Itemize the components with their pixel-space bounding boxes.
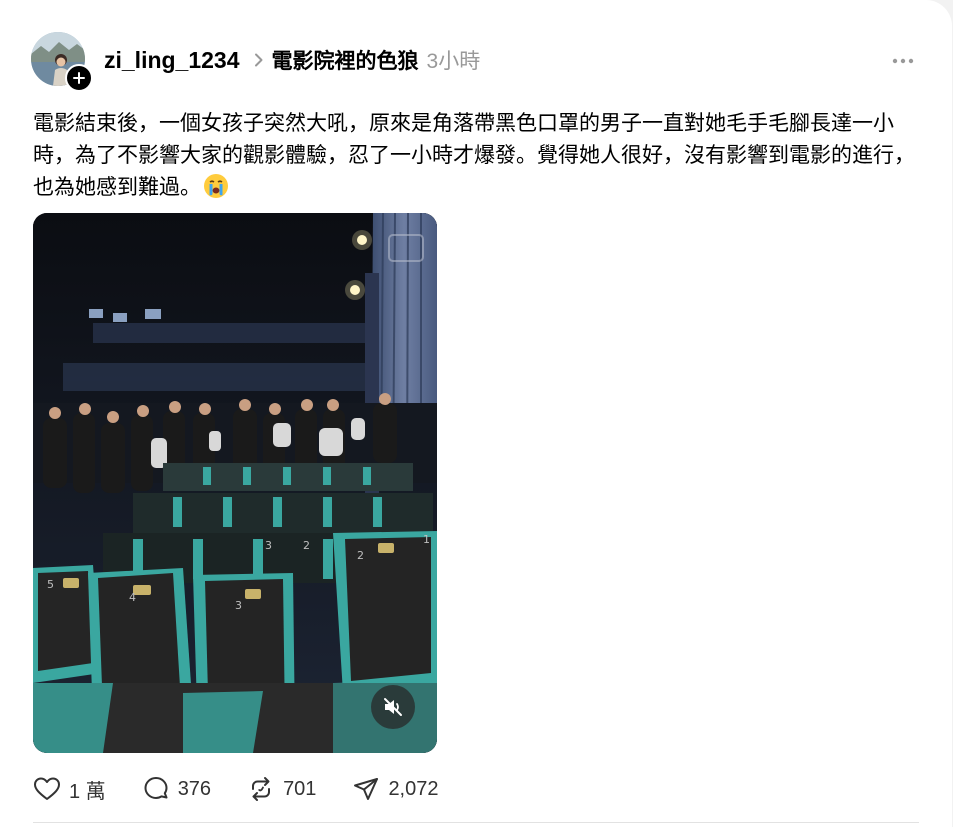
repost-button[interactable]: 701 xyxy=(247,775,316,803)
thread-post-card: zi_ling_1234 電影院裡的色狼 3小時 電影結束後，一個女孩子突然大吼… xyxy=(0,0,952,827)
post-timestamp: 3小時 xyxy=(426,50,481,73)
like-button[interactable]: 1 萬 xyxy=(33,775,106,804)
cinema-scene: 5 4 3 2 1 3 2 xyxy=(33,213,437,753)
seat-number: 2 xyxy=(303,539,310,552)
like-count: 1 萬 xyxy=(69,780,106,803)
share-button[interactable]: 2,072 xyxy=(352,775,439,803)
post-body: 電影結束後，一個女孩子突然大吼，原來是角落帶黑色口罩的男子一直對她毛手毛腳長達一… xyxy=(33,108,921,209)
comment-bubble-icon xyxy=(144,777,168,799)
heart-icon xyxy=(34,777,60,800)
comment-count: 376 xyxy=(177,777,212,800)
crying-face-icon xyxy=(203,173,229,209)
speaker-muted-icon xyxy=(384,698,402,716)
comment-button[interactable]: 376 xyxy=(142,775,211,803)
plus-icon xyxy=(73,72,85,84)
seat-number: 3 xyxy=(235,599,242,612)
mute-toggle-button[interactable] xyxy=(371,685,415,729)
repost-icon xyxy=(252,777,271,801)
more-dots-icon xyxy=(892,58,914,64)
post-header: zi_ling_1234 電影院裡的色狼 3小時 xyxy=(104,44,480,76)
seat-number: 5 xyxy=(47,578,54,591)
username-link[interactable]: zi_ling_1234 xyxy=(104,47,240,74)
divider xyxy=(33,822,919,823)
more-options-button[interactable] xyxy=(888,50,918,72)
chevron-right-icon xyxy=(254,53,264,67)
post-text: 電影結束後，一個女孩子突然大吼，原來是角落帶黑色口罩的男子一直對她毛手毛腳長達一… xyxy=(33,112,915,199)
seat-number: 3 xyxy=(265,539,272,552)
share-count: 2,072 xyxy=(388,777,439,800)
seat-number: 2 xyxy=(357,549,364,562)
send-icon xyxy=(354,778,379,800)
seat-number: 4 xyxy=(129,591,136,604)
seat-number: 1 xyxy=(423,533,430,546)
repost-count: 701 xyxy=(283,777,317,800)
topic-tag[interactable]: 電影院裡的色狼 xyxy=(272,45,419,75)
post-video[interactable]: 5 4 3 2 1 3 2 xyxy=(33,213,437,753)
post-actions: 1 萬 376 701 2,072 xyxy=(33,772,475,806)
follow-button[interactable] xyxy=(65,64,93,92)
